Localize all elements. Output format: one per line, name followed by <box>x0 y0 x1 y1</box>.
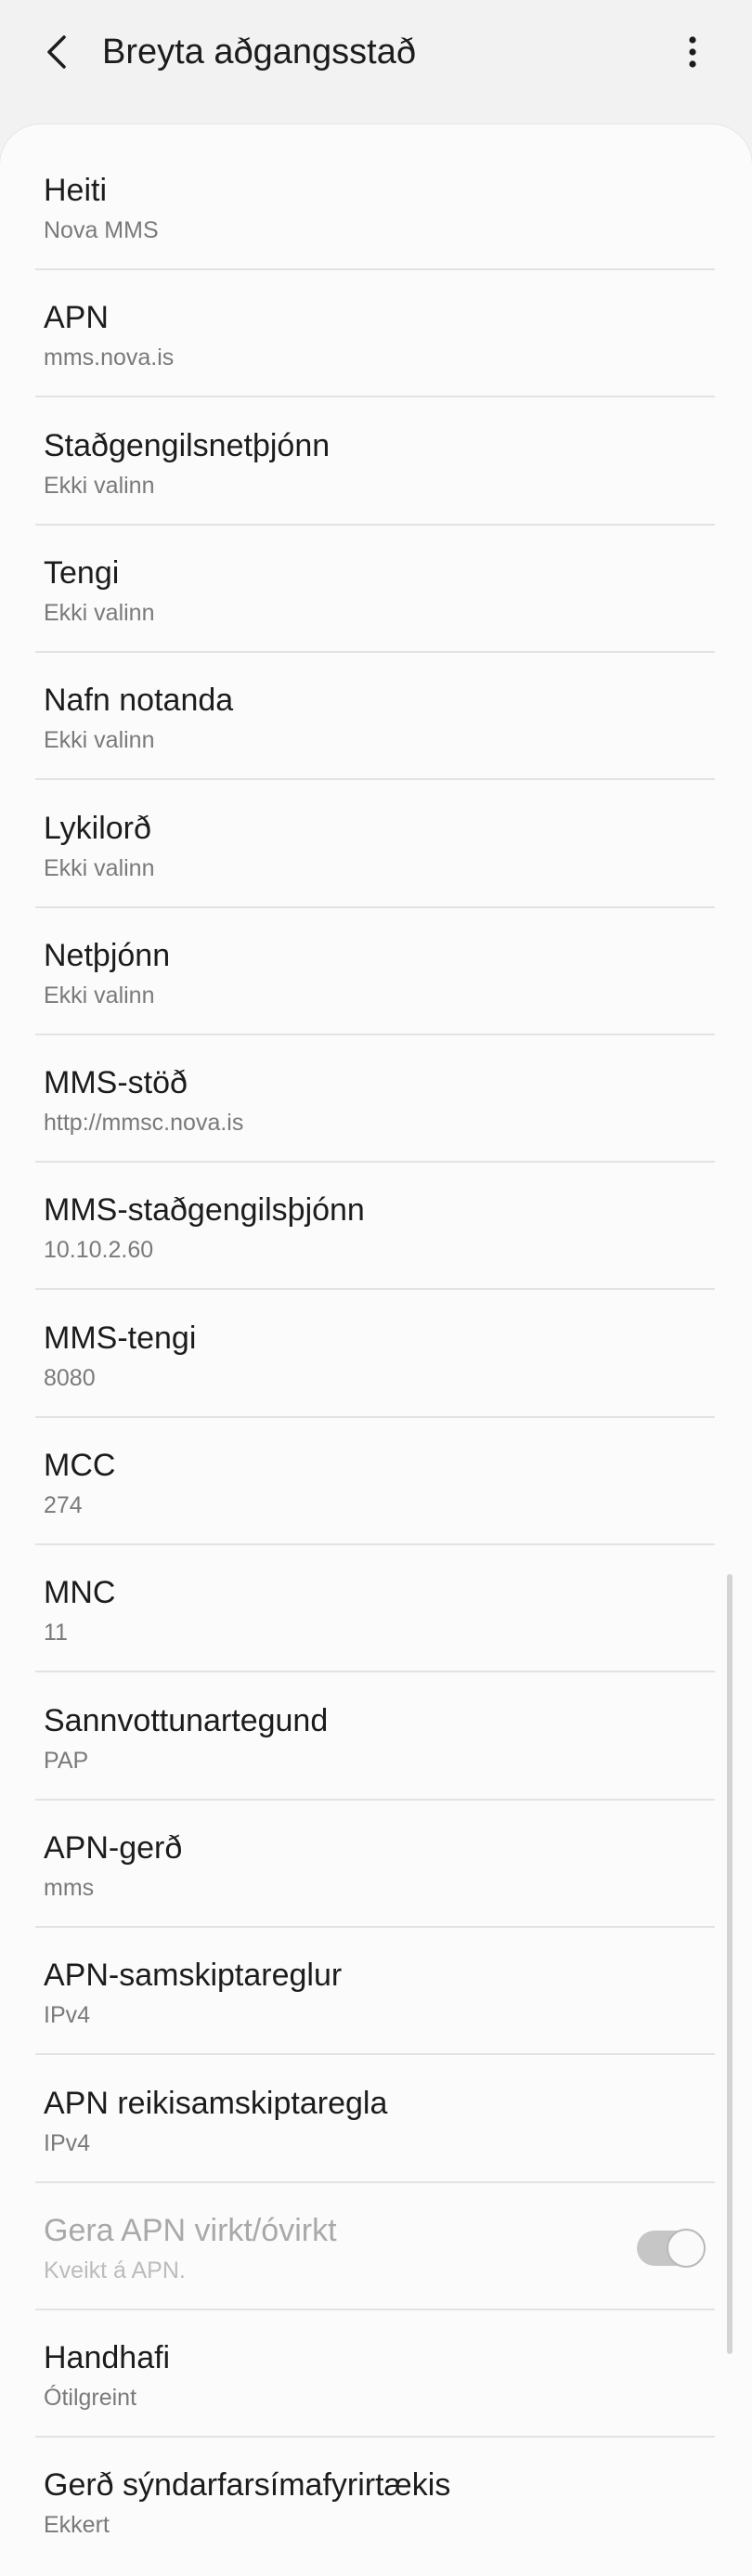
setting-value: http://mmsc.nova.is <box>44 1110 244 1137</box>
setting-row-apn[interactable]: APN mms.nova.is <box>0 270 752 398</box>
setting-label: Lykilorð <box>44 810 151 846</box>
setting-row-proxy[interactable]: Staðgengilsnetþjónn Ekki valinn <box>0 398 752 526</box>
setting-value: 274 <box>44 1492 83 1518</box>
setting-row-mcc[interactable]: MCC 274 <box>0 1418 752 1545</box>
setting-value: IPv4 <box>44 2002 91 2029</box>
setting-row-mvno-type[interactable]: Gerð sýndarfarsímafyrirtækis Ekkert <box>0 2438 752 2565</box>
setting-row-port[interactable]: Tengi Ekki valinn <box>0 526 752 653</box>
setting-row-apn-roaming[interactable]: APN reikisamskiptaregla IPv4 <box>0 2056 752 2183</box>
toggle-knob <box>667 2228 706 2268</box>
setting-row-auth-type[interactable]: Sannvottunartegund PAP <box>0 1673 752 1801</box>
setting-row-heiti[interactable]: Heiti Nova MMS <box>0 143 752 270</box>
setting-row-apn-enable[interactable]: Gera APN virkt/óvirkt Kveikt á APN. <box>0 2183 752 2310</box>
setting-row-mms-port[interactable]: MMS-tengi 8080 <box>0 1291 752 1418</box>
setting-value: PAP <box>44 1747 89 1774</box>
setting-label: Gera APN virkt/óvirkt <box>44 2212 337 2248</box>
setting-row-mnc[interactable]: MNC 11 <box>0 1545 752 1673</box>
more-vertical-icon <box>689 36 696 68</box>
setting-row-mmsc[interactable]: MMS-stöð http://mmsc.nova.is <box>0 1035 752 1164</box>
setting-label: MMS-staðgengilsþjónn <box>44 1192 365 1229</box>
setting-value: Ekki valinn <box>44 472 155 499</box>
setting-label: Sannvottunartegund <box>44 1702 329 1738</box>
setting-value: Kveikt á APN. <box>44 2257 186 2283</box>
more-options-button[interactable] <box>674 26 711 78</box>
setting-value: 10.10.2.60 <box>44 1237 154 1264</box>
settings-card: Heiti Nova MMS APN mms.nova.is Staðgengilsne… <box>0 124 752 2576</box>
setting-value: Nova MMS <box>44 217 159 243</box>
setting-label: APN-samskiptareglur <box>44 1958 343 1994</box>
setting-value: mms.nova.is <box>44 345 175 371</box>
setting-value: mms <box>44 1874 95 1901</box>
setting-row-apn-type[interactable]: APN-gerð mms <box>0 1801 752 1928</box>
setting-row-mms-proxy[interactable]: MMS-staðgengilsþjónn 10.10.2.60 <box>0 1163 752 1291</box>
setting-value: IPv4 <box>44 2129 91 2156</box>
setting-value: Ekki valinn <box>44 982 155 1008</box>
setting-row-password[interactable]: Lykilorð Ekki valinn <box>0 781 752 908</box>
setting-label: Staðgengilsnetþjónn <box>44 427 331 463</box>
setting-row-bearer[interactable]: Handhafi Ótilgreint <box>0 2310 752 2439</box>
apn-enable-toggle[interactable] <box>637 2228 706 2268</box>
setting-label: MNC <box>44 1575 116 1611</box>
back-button[interactable] <box>33 26 82 78</box>
setting-value: Ekki valinn <box>44 727 155 754</box>
setting-label: Gerð sýndarfarsímafyrirtækis <box>44 2467 451 2504</box>
page-title: Breyta aðgangsstað <box>102 33 417 72</box>
setting-value: Ekkert <box>44 2512 110 2539</box>
setting-label: Nafn notanda <box>44 683 234 719</box>
setting-label: Heiti <box>44 173 108 208</box>
setting-label: APN <box>44 300 109 336</box>
setting-value: Ekki valinn <box>44 599 155 626</box>
setting-row-username[interactable]: Nafn notanda Ekki valinn <box>0 653 752 781</box>
setting-label: Tengi <box>44 554 120 591</box>
setting-value: Ótilgreint <box>44 2385 137 2412</box>
setting-value: Ekki valinn <box>44 854 155 881</box>
setting-label: Handhafi <box>44 2340 171 2376</box>
setting-value: 11 <box>44 1620 68 1646</box>
setting-label: APN-gerð <box>44 1829 183 1866</box>
setting-row-server[interactable]: Netþjónn Ekki valinn <box>0 908 752 1035</box>
setting-value: 8080 <box>44 1364 96 1391</box>
setting-row-apn-protocol[interactable]: APN-samskiptareglur IPv4 <box>0 1928 752 2056</box>
scrollbar[interactable] <box>727 1574 733 2354</box>
setting-label: APN reikisamskiptaregla <box>44 2085 388 2121</box>
setting-label: MMS-tengi <box>44 1320 197 1356</box>
setting-label: Netþjónn <box>44 937 171 973</box>
setting-label: MMS-stöð <box>44 1065 188 1101</box>
setting-label: MCC <box>44 1448 116 1483</box>
app-header: Breyta aðgangsstað <box>0 0 752 108</box>
chevron-left-icon <box>47 35 66 69</box>
